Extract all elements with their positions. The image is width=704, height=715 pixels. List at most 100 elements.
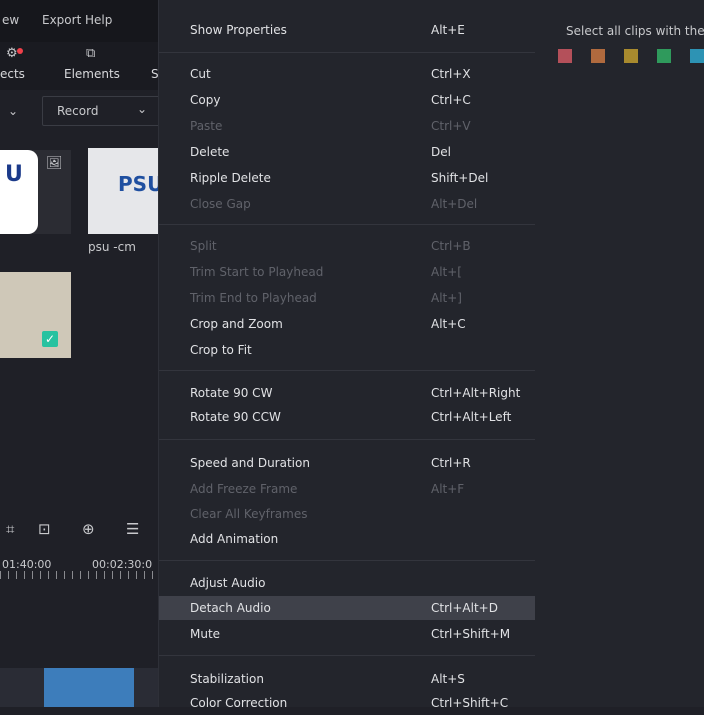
timeline-clip[interactable]	[44, 668, 134, 707]
menu-divider	[159, 560, 535, 561]
menu-item-rotate-ccw[interactable]: Rotate 90 CCW Ctrl+Alt+Left	[159, 405, 535, 429]
time-label: 01:40:00	[2, 558, 52, 571]
menu-item-cut[interactable]: Cut Ctrl+X	[159, 62, 535, 86]
adjust-icon[interactable]: ☰	[126, 520, 139, 538]
menu-item-label: Detach Audio	[190, 601, 271, 615]
menu-item-ripple-delete[interactable]: Ripple Delete Shift+Del	[159, 166, 535, 190]
menu-item-clear-keyframes[interactable]: Clear All Keyframes	[159, 502, 535, 526]
context-menu: Show Properties Alt+E Cut Ctrl+X Copy Ct…	[158, 0, 535, 710]
menu-item-shortcut: Ctrl+C	[431, 93, 471, 107]
menu-item-label: Cut	[190, 67, 211, 81]
menu-item-shortcut: Ctrl+V	[431, 119, 471, 133]
chevron-down-icon: ⌄	[137, 102, 148, 116]
color-swatch[interactable]	[690, 49, 704, 63]
thumbnail-logo-text: PSU	[118, 172, 164, 196]
check-icon: ✓	[42, 331, 58, 347]
image-icon: 🖼	[46, 156, 63, 171]
menu-item-label: Split	[190, 239, 217, 253]
submenu-description: Select all clips with the	[566, 24, 704, 38]
menu-item-mute[interactable]: Mute Ctrl+Shift+M	[159, 622, 535, 646]
menu-item-shortcut: Alt+[	[431, 265, 462, 279]
menu-item-label: Color Correction	[190, 696, 288, 710]
menu-item-show-properties[interactable]: Show Properties Alt+E	[159, 18, 535, 42]
color-swatch[interactable]	[591, 49, 605, 63]
tab-elements[interactable]: Elements	[64, 67, 120, 81]
menu-item-label: Ripple Delete	[190, 171, 271, 185]
menu-item-label: Paste	[190, 119, 223, 133]
menu-item-shortcut: Alt+E	[431, 23, 465, 37]
menu-export[interactable]: Export	[42, 13, 81, 27]
menu-item-color-correction[interactable]: Color Correction Ctrl+Shift+C	[159, 691, 535, 715]
menu-item-crop-to-fit[interactable]: Crop to Fit	[159, 338, 535, 362]
media-thumbnail[interactable]	[0, 272, 71, 358]
menu-item-label: Crop and Zoom	[190, 317, 283, 331]
menu-divider	[159, 370, 535, 371]
menu-item-label: Add Freeze Frame	[190, 482, 298, 496]
menu-help[interactable]: Help	[85, 13, 112, 27]
color-swatch[interactable]	[558, 49, 572, 63]
media-thumbnail[interactable]: PSU	[88, 148, 163, 234]
menu-item-shortcut: Ctrl+R	[431, 456, 471, 470]
menu-item-trim-start[interactable]: Trim Start to Playhead Alt+[	[159, 260, 535, 284]
menu-item-label: Stabilization	[190, 672, 264, 686]
menu-divider	[159, 52, 535, 53]
menu-divider	[159, 224, 535, 225]
menu-item-label: Delete	[190, 145, 230, 159]
menu-item-label: Copy	[190, 93, 221, 107]
keyframe-icon[interactable]: ⊕	[82, 520, 95, 538]
menu-item-crop-and-zoom[interactable]: Crop and Zoom Alt+C	[159, 312, 535, 336]
menu-item-shortcut: Ctrl+Alt+Right	[431, 386, 521, 400]
menu-item-shortcut: Del	[431, 145, 451, 159]
timeline-track[interactable]	[0, 668, 158, 707]
menu-item-trim-end[interactable]: Trim End to Playhead Alt+]	[159, 286, 535, 310]
menu-item-shortcut: Alt+F	[431, 482, 465, 496]
crop-icon[interactable]: ⌗	[6, 520, 14, 538]
menu-item-delete[interactable]: Delete Del	[159, 140, 535, 164]
menu-item-stabilization[interactable]: Stabilization Alt+S	[159, 667, 535, 691]
color-swatch[interactable]	[657, 49, 671, 63]
media-thumbnail[interactable]: U 🖼	[0, 150, 71, 234]
menu-item-split[interactable]: Split Ctrl+B	[159, 234, 535, 258]
menu-item-close-gap[interactable]: Close Gap Alt+Del	[159, 192, 535, 216]
menu-item-label: Show Properties	[190, 23, 287, 37]
menu-item-shortcut: Alt+Del	[431, 197, 478, 211]
menu-item-shortcut: Alt+]	[431, 291, 462, 305]
menu-item-label: Mute	[190, 627, 221, 641]
menu-item-label: Rotate 90 CW	[190, 386, 273, 400]
menu-divider	[159, 439, 535, 440]
record-dropdown[interactable]: Record ⌄	[42, 96, 160, 126]
fit-icon[interactable]: ⊡	[38, 520, 51, 538]
menu-item-label: Rotate 90 CCW	[190, 410, 281, 424]
menu-item-label: Trim Start to Playhead	[190, 265, 324, 279]
menu-view[interactable]: ew	[2, 13, 19, 27]
effects-icon: ⚙	[6, 46, 18, 61]
menu-item-shortcut: Shift+Del	[431, 171, 489, 185]
menu-item-shortcut: Alt+C	[431, 317, 466, 331]
menu-item-adjust-audio[interactable]: Adjust Audio	[159, 571, 535, 595]
menu-item-rotate-cw[interactable]: Rotate 90 CW Ctrl+Alt+Right	[159, 381, 535, 405]
menu-item-label: Crop to Fit	[190, 343, 252, 357]
color-submenu: Select all clips with the	[535, 0, 704, 707]
menu-item-paste[interactable]: Paste Ctrl+V	[159, 114, 535, 138]
tab-effects[interactable]: ects	[0, 67, 25, 81]
record-label: Record	[57, 104, 99, 118]
time-label: 00:02:30:0	[92, 558, 153, 571]
menu-item-shortcut: Ctrl+B	[431, 239, 471, 253]
menu-item-add-freeze-frame[interactable]: Add Freeze Frame Alt+F	[159, 477, 535, 501]
menu-item-label: Add Animation	[190, 532, 279, 546]
thumbnail-logo: U	[0, 150, 38, 234]
chevron-down-icon[interactable]: ⌄	[8, 104, 18, 118]
menu-item-speed-and-duration[interactable]: Speed and Duration Ctrl+R	[159, 451, 535, 475]
color-swatch[interactable]	[624, 49, 638, 63]
logo-text: U	[5, 162, 23, 187]
menu-item-detach-audio[interactable]: Detach Audio Ctrl+Alt+D	[159, 596, 535, 620]
menu-item-shortcut: Ctrl+Alt+Left	[431, 410, 512, 424]
menu-item-shortcut: Ctrl+X	[431, 67, 471, 81]
menu-item-label: Adjust Audio	[190, 576, 266, 590]
menu-item-copy[interactable]: Copy Ctrl+C	[159, 88, 535, 112]
notification-dot	[17, 48, 23, 54]
media-label: psu -cm	[88, 240, 136, 254]
menu-item-add-animation[interactable]: Add Animation	[159, 527, 535, 551]
elements-icon: ⧉	[86, 46, 96, 61]
menu-item-shortcut: Alt+S	[431, 672, 465, 686]
